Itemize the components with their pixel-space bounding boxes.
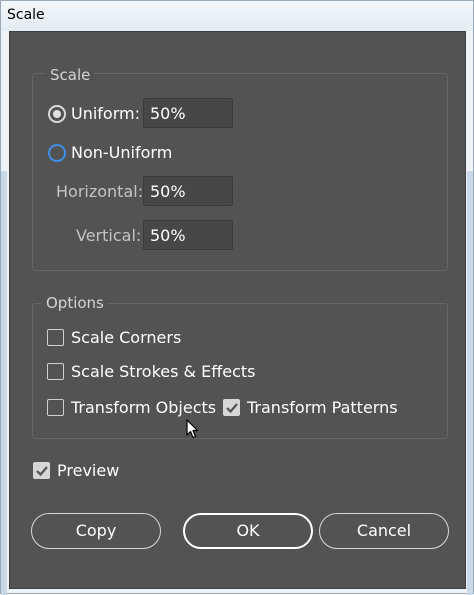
preview-label[interactable]: Preview — [57, 461, 119, 480]
uniform-label[interactable]: Uniform: — [71, 104, 140, 123]
transform-patterns-checkbox[interactable] — [223, 399, 240, 416]
horizontal-field[interactable] — [143, 176, 233, 206]
scale-strokes-checkbox[interactable] — [47, 363, 64, 380]
mouse-cursor-icon — [186, 419, 199, 439]
horizontal-label: Horizontal: — [56, 182, 144, 201]
cancel-button[interactable]: Cancel — [319, 513, 449, 549]
ok-button[interactable]: OK — [183, 513, 313, 549]
non-uniform-label[interactable]: Non-Uniform — [71, 143, 172, 162]
uniform-field[interactable] — [143, 98, 233, 128]
preview-checkbox[interactable] — [33, 462, 50, 479]
window-title: Scale — [7, 7, 45, 23]
copy-button[interactable]: Copy — [31, 513, 161, 549]
scale-group-label: Scale — [46, 66, 95, 84]
right-window-edge — [467, 171, 473, 595]
options-group-label: Options — [42, 294, 108, 312]
uniform-radio[interactable] — [48, 105, 66, 123]
scale-strokes-label[interactable]: Scale Strokes & Effects — [71, 362, 255, 381]
transform-objects-label[interactable]: Transform Objects — [71, 398, 216, 417]
scale-dialog: Scale Uniform: Non-Uniform Horizontal: V… — [9, 31, 466, 589]
scale-window: Scale Scale Uniform: Non-Uniform Horizon… — [0, 0, 474, 595]
transform-objects-checkbox[interactable] — [47, 399, 64, 416]
scale-corners-label[interactable]: Scale Corners — [71, 328, 181, 347]
checkmark-icon — [226, 403, 238, 414]
checkmark-icon — [36, 466, 48, 477]
scale-corners-checkbox[interactable] — [47, 329, 64, 346]
vertical-field[interactable] — [143, 220, 233, 250]
vertical-label: Vertical: — [76, 226, 142, 245]
left-window-edge — [1, 171, 7, 595]
title-bar[interactable]: Scale — [1, 1, 473, 31]
transform-patterns-label[interactable]: Transform Patterns — [247, 398, 398, 417]
non-uniform-radio[interactable] — [48, 144, 66, 162]
